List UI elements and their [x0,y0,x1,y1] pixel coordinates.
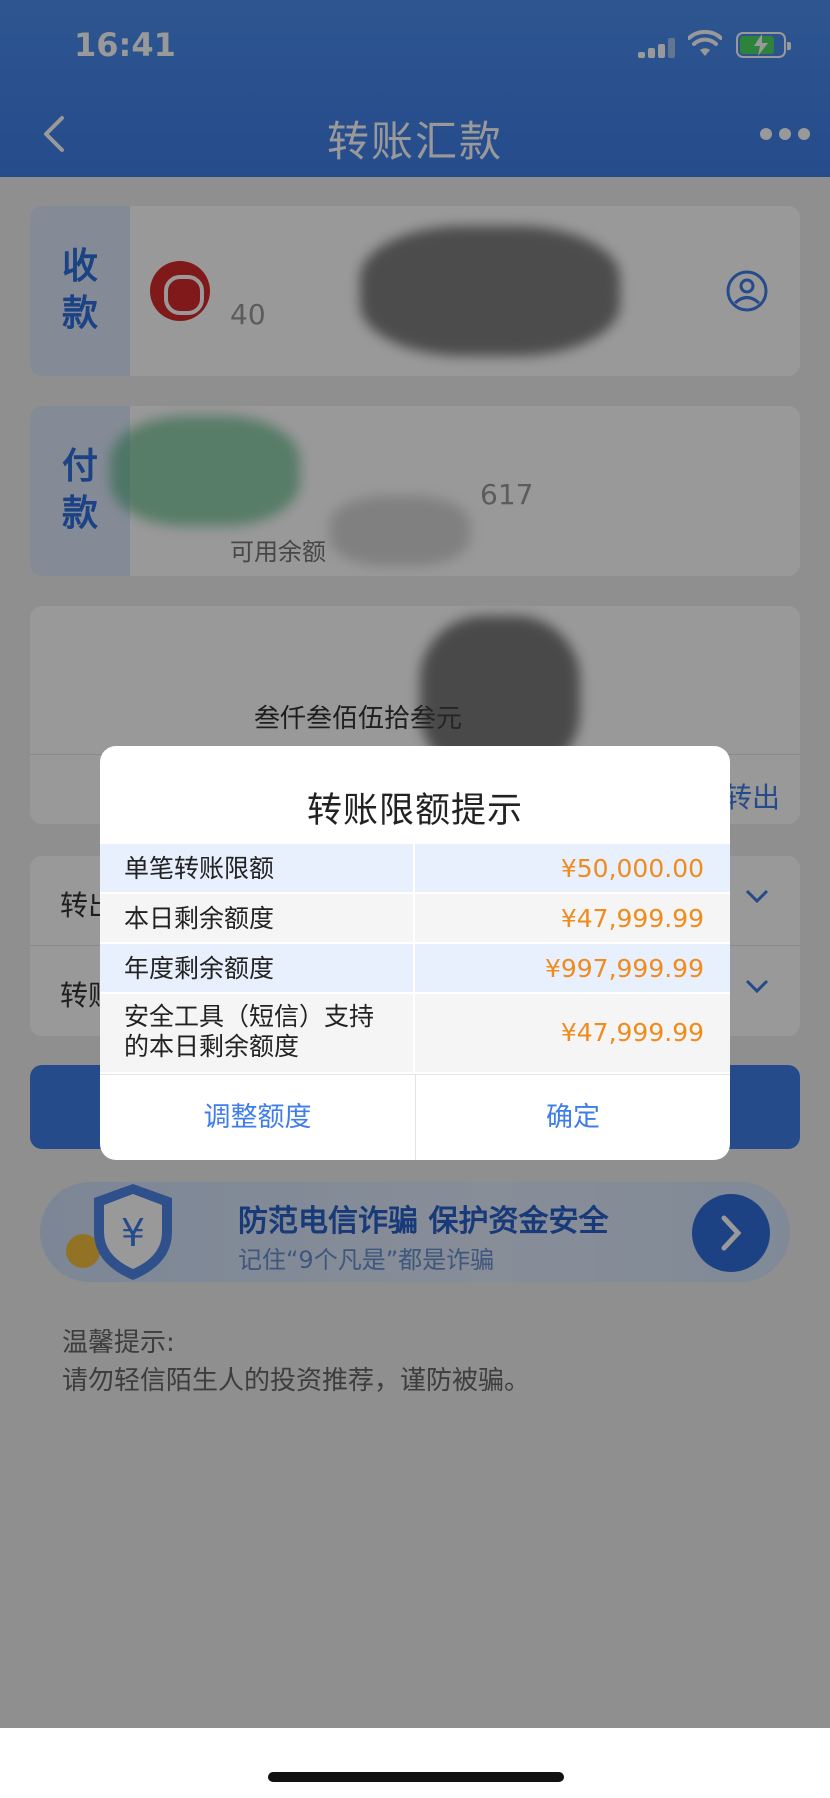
dialog-actions: 调整额度 确定 [100,1074,730,1160]
confirm-button[interactable]: 确定 [415,1075,730,1160]
limit-value: ¥997,999.99 [544,954,704,983]
limit-row: 本日剩余额度 ¥47,999.99 [100,894,730,944]
home-area [0,1728,830,1798]
limit-label: 安全工具（短信）支持 的本日剩余额度 [124,1002,375,1061]
limit-label: 本日剩余额度 [124,904,275,933]
limit-value: ¥50,000.00 [560,854,704,883]
dialog-title: 转账限额提示 [306,791,523,831]
limit-row: 单笔转账限额 ¥50,000.00 [100,844,730,894]
limit-table: 单笔转账限额 ¥50,000.00 本日剩余额度 ¥47,999.99 年度剩余… [100,844,730,1074]
home-indicator[interactable] [268,1772,564,1782]
limit-value: ¥47,999.99 [560,1018,704,1047]
limit-row: 年度剩余额度 ¥997,999.99 [100,944,730,994]
adjust-limit-button[interactable]: 调整额度 [100,1075,415,1160]
limit-label: 单笔转账限额 [124,854,275,883]
limit-row: 安全工具（短信）支持 的本日剩余额度 ¥47,999.99 [100,994,730,1074]
limit-label: 年度剩余额度 [124,954,275,983]
limit-value: ¥47,999.99 [560,904,704,933]
limit-dialog: 转账限额提示 单笔转账限额 ¥50,000.00 本日剩余额度 ¥47,999.… [100,746,730,1160]
